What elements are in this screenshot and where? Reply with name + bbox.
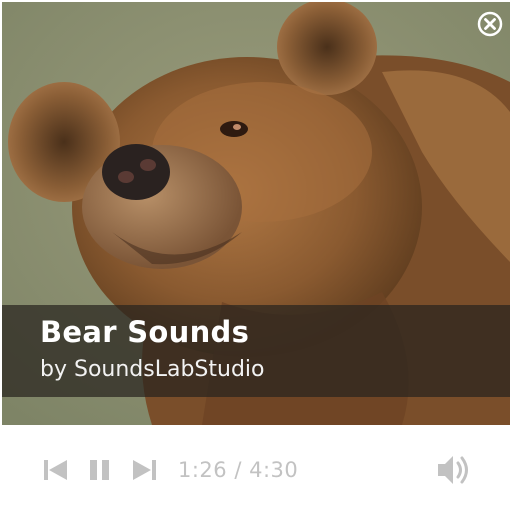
playback-controls: 1:26 / 4:30 <box>2 425 510 510</box>
next-button[interactable] <box>130 456 158 484</box>
track-title: Bear Sounds <box>40 315 250 349</box>
track-info-overlay: Bear Sounds by SoundsLabStudio <box>2 305 510 397</box>
total-duration: 4:30 <box>249 458 299 482</box>
volume-button[interactable] <box>434 452 472 488</box>
current-time: 1:26 <box>178 458 228 482</box>
album-artwork: Bear Sounds by SoundsLabStudio <box>2 2 510 425</box>
skip-next-icon <box>133 460 156 480</box>
pause-button[interactable] <box>86 456 114 484</box>
previous-button[interactable] <box>42 456 70 484</box>
playback-time: 1:26 / 4:30 <box>178 458 298 482</box>
skip-previous-icon <box>44 460 67 480</box>
audio-player-card: Bear Sounds by SoundsLabStudio 1:26 / 4:… <box>2 2 510 510</box>
close-icon <box>477 11 503 37</box>
close-button[interactable] <box>476 10 504 38</box>
time-separator: / <box>227 458 250 482</box>
volume-icon <box>438 456 468 484</box>
track-artist: by SoundsLabStudio <box>40 357 265 382</box>
pause-icon <box>90 460 109 480</box>
